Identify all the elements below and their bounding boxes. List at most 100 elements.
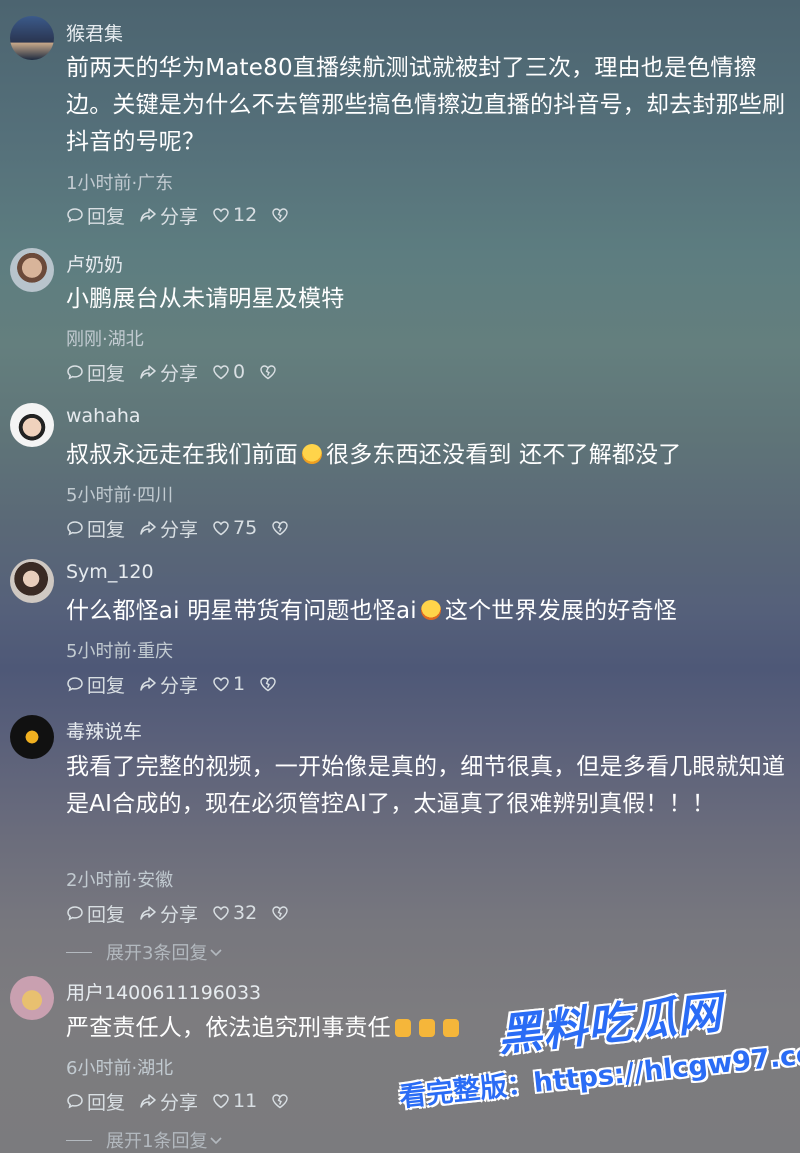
username[interactable]: Sym_120 xyxy=(66,561,154,583)
username[interactable]: 猴君集 xyxy=(66,19,123,46)
share-button[interactable]: 分享 xyxy=(139,1088,198,1115)
comment-meta: 5小时前·重庆 xyxy=(66,641,174,662)
share-icon xyxy=(140,906,156,920)
comment-text-part: 什么都怪ai 明星带货有问题也怪ai xyxy=(66,598,417,624)
like-button[interactable]: 0 xyxy=(212,361,245,383)
comment-text: 前两天的华为Mate80直播续航测试就被封了三次，理由也是色情擦边。关键是为什么… xyxy=(66,55,786,155)
reply-button[interactable]: 回复 xyxy=(66,359,125,386)
avatar[interactable] xyxy=(10,715,54,759)
like-button[interactable]: 11 xyxy=(212,1090,257,1112)
share-button[interactable]: 分享 xyxy=(139,515,198,542)
reply-icon xyxy=(67,365,83,380)
share-label: 分享 xyxy=(160,903,199,926)
like-button[interactable]: 1 xyxy=(212,673,245,695)
comment-text: 小鹏展台从未请明星及模特 xyxy=(66,286,345,312)
username[interactable]: 毒辣说车 xyxy=(66,717,142,744)
reply-button[interactable]: 回复 xyxy=(66,515,125,542)
share-label: 分享 xyxy=(160,205,199,228)
broken-heart-icon xyxy=(260,365,276,380)
like-button[interactable]: 32 xyxy=(212,902,257,924)
username[interactable]: 卢奶奶 xyxy=(66,250,123,277)
heart-icon xyxy=(213,1094,229,1109)
comment-text-part: 这个世界发展的好奇怪 xyxy=(444,598,677,624)
divider xyxy=(66,951,92,953)
heart-icon xyxy=(213,521,229,536)
comment-text-part: 叔叔永远走在我们前面 xyxy=(66,442,298,468)
comment-text-part: 严查责任人，依法追究刑事责任 xyxy=(66,1015,391,1041)
comment-meta: 5小时前·四川 xyxy=(66,485,174,506)
share-button[interactable]: 分享 xyxy=(139,671,198,698)
reply-button[interactable]: 回复 xyxy=(66,900,125,927)
share-label: 分享 xyxy=(160,518,199,541)
share-label: 分享 xyxy=(160,674,199,697)
expand-replies-button[interactable]: 展开3条回复 xyxy=(66,939,223,965)
like-button[interactable]: 75 xyxy=(212,517,257,539)
reply-label: 回复 xyxy=(87,1091,126,1114)
comment-text: 什么都怪ai 明星带货有问题也怪ai 这个世界发展的好奇怪 xyxy=(66,593,790,630)
comment-actions: 回复 分享 11 xyxy=(66,1088,306,1115)
share-button[interactable]: 分享 xyxy=(139,359,198,386)
reply-button[interactable]: 回复 xyxy=(66,202,125,229)
reply-button[interactable]: 回复 xyxy=(66,1088,125,1115)
share-label: 分享 xyxy=(160,362,199,385)
avatar[interactable] xyxy=(10,559,54,603)
reply-icon xyxy=(67,906,83,921)
share-icon xyxy=(140,365,156,379)
comment-text: 我看了完整的视频，一开始像是真的，细节很真，但是多看几眼就知道是AI合成的，现在… xyxy=(66,754,786,817)
comment-actions: 回复 分享 75 xyxy=(66,515,306,542)
reply-label: 回复 xyxy=(87,903,126,926)
like-count: 1 xyxy=(233,673,246,695)
comment-actions: 回复 分享 32 xyxy=(66,900,306,927)
divider xyxy=(66,1139,92,1141)
comment-actions: 回复 分享 0 xyxy=(66,359,294,386)
username[interactable]: wahaha xyxy=(66,405,141,427)
username[interactable]: 用户1400611196033 xyxy=(66,978,261,1005)
share-button[interactable]: 分享 xyxy=(139,900,198,927)
avatar[interactable] xyxy=(10,403,54,447)
comment-text: 叔叔永远走在我们前面 很多东西还没看到 还不了解都没了 xyxy=(66,437,790,474)
expand-replies-label: 展开3条回复 xyxy=(106,943,208,964)
broken-heart-icon xyxy=(260,677,276,692)
share-icon xyxy=(140,208,156,222)
thumbs-up-icon xyxy=(394,1019,411,1037)
heart-icon xyxy=(213,208,229,223)
avatar[interactable] xyxy=(10,976,54,1020)
share-button[interactable]: 分享 xyxy=(139,202,198,229)
like-count: 12 xyxy=(233,204,258,226)
reply-label: 回复 xyxy=(87,518,126,541)
dislike-button[interactable] xyxy=(271,519,292,537)
reply-icon xyxy=(67,1094,83,1109)
share-icon xyxy=(140,1094,156,1108)
reply-label: 回复 xyxy=(87,205,126,228)
reply-icon xyxy=(67,521,83,536)
like-count: 32 xyxy=(233,902,258,924)
avatar[interactable] xyxy=(10,16,54,60)
heart-icon xyxy=(213,365,229,380)
dislike-button[interactable] xyxy=(271,206,292,224)
broken-heart-icon xyxy=(272,521,288,536)
avatar[interactable] xyxy=(10,248,54,292)
share-icon xyxy=(140,521,156,535)
heart-icon xyxy=(213,677,229,692)
expand-replies-label: 展开1条回复 xyxy=(106,1131,208,1152)
like-button[interactable]: 12 xyxy=(212,204,257,226)
reply-icon xyxy=(67,208,83,223)
broken-heart-icon xyxy=(272,906,288,921)
share-icon xyxy=(140,677,156,691)
dislike-button[interactable] xyxy=(271,1092,292,1110)
expand-replies-button[interactable]: 展开1条回复 xyxy=(66,1127,223,1153)
dislike-button[interactable] xyxy=(271,904,292,922)
heart-icon xyxy=(213,906,229,921)
chevron-down-icon xyxy=(210,1137,223,1145)
share-label: 分享 xyxy=(160,1091,199,1114)
comment-actions: 回复 分享 12 xyxy=(66,202,306,229)
like-count: 0 xyxy=(233,361,246,383)
comment-meta: 刚刚·湖北 xyxy=(66,329,144,350)
comment-text-part: 很多东西还没看到 还不了解都没了 xyxy=(326,442,682,468)
dislike-button[interactable] xyxy=(259,363,280,381)
reply-button[interactable]: 回复 xyxy=(66,671,125,698)
laughing-emoji-icon xyxy=(420,600,441,620)
dislike-button[interactable] xyxy=(259,675,280,693)
thumbs-up-icon xyxy=(418,1019,435,1037)
comment-actions: 回复 分享 1 xyxy=(66,671,294,698)
